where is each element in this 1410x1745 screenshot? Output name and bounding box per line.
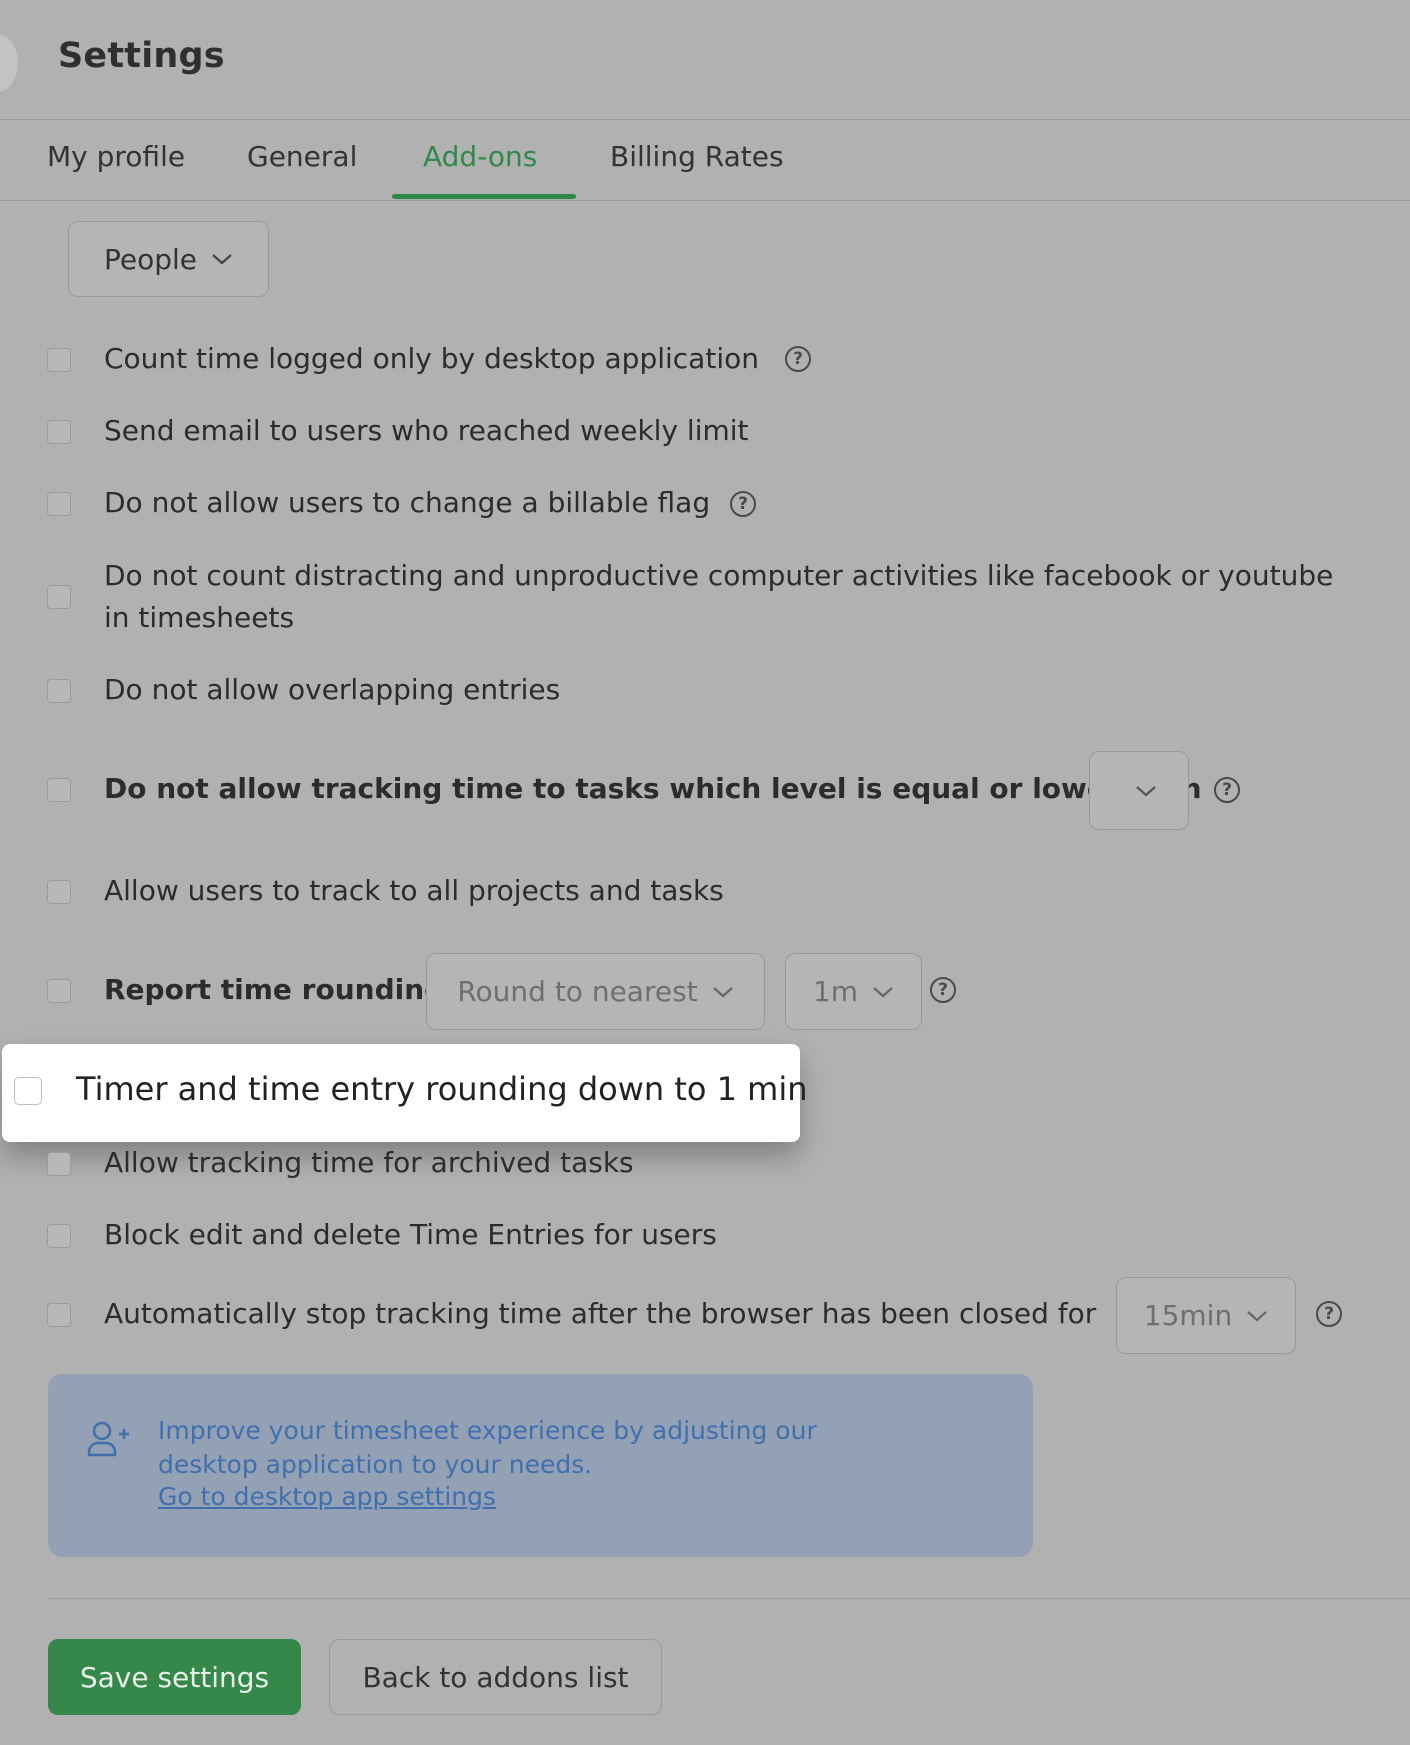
option-label: Timer and time entry rounding down to 1 … [76,1070,808,1108]
highlighted-option-rounding-down: Timer and time entry rounding down to 1 … [2,1044,808,1142]
info-message: Improve your timesheet experience by adj… [158,1416,817,1479]
tab-bar: My profile General Add-ons Billing Rates [0,120,1410,201]
option-label: Automatically stop tracking time after t… [104,1297,1097,1330]
option-label: Do not allow users to change a billable … [104,486,711,519]
option-label: Allow users to track to all projects and… [104,874,724,907]
add-user-icon [87,1421,129,1457]
option-label: Do not allow tracking time to tasks whic… [104,772,1202,805]
help-icon[interactable]: ? [730,491,756,517]
task-level-select[interactable] [1089,751,1189,830]
tab-my-profile[interactable]: My profile [47,140,185,173]
chevron-down-icon [712,986,733,997]
save-settings-button[interactable]: Save settings [48,1639,301,1715]
back-to-addons-button[interactable]: Back to addons list [329,1639,662,1715]
option-label: Report time rounding [104,973,445,1006]
checkbox-count-desktop-only[interactable] [47,348,71,372]
people-filter-select[interactable]: People [68,221,269,297]
option-label: Do not count distracting and unproductiv… [104,559,1334,634]
checkbox-block-edit-delete[interactable] [47,1224,71,1248]
checkbox-track-all-projects[interactable] [47,880,71,904]
option-label: Do not allow overlapping entries [104,673,561,706]
option-label: Block edit and delete Time Entries for u… [104,1218,717,1251]
checkbox-billable-flag[interactable] [47,492,71,516]
page-title: Settings [58,36,225,76]
chevron-down-icon [1247,1310,1267,1321]
rounding-mode-select[interactable]: Round to nearest [426,953,765,1030]
chevron-down-icon [873,986,893,997]
active-tab-indicator [392,194,576,199]
checkbox-task-level-limit[interactable] [47,778,71,802]
checkbox-archived-tasks[interactable] [47,1152,71,1176]
help-icon[interactable]: ? [785,346,811,372]
option-label: Count time logged only by desktop applic… [104,342,759,375]
desktop-app-info-box: Improve your timesheet experience by adj… [48,1374,1033,1557]
footer-divider [48,1598,1410,1599]
help-icon[interactable]: ? [930,977,956,1003]
desktop-app-settings-link[interactable]: Go to desktop app settings [158,1482,496,1511]
checkbox-report-time-rounding[interactable] [47,979,71,1003]
tab-add-ons[interactable]: Add-ons [423,140,537,173]
checkbox-distracting-activities[interactable] [47,585,71,609]
auto-stop-duration-value: 15min [1143,1299,1233,1332]
checkbox-rounding-down[interactable] [14,1077,42,1105]
tab-billing-rates[interactable]: Billing Rates [610,140,784,173]
checkbox-overlapping-entries[interactable] [47,679,71,703]
chevron-down-icon [212,254,232,265]
tab-general[interactable]: General [247,140,357,173]
chevron-down-icon [1136,785,1156,796]
rounding-interval-value: 1m [812,975,859,1008]
people-filter-value: People [103,242,198,276]
option-label: Allow tracking time for archived tasks [104,1146,634,1179]
rounding-mode-value: Round to nearest [457,975,698,1008]
rounding-interval-select[interactable]: 1m [785,953,922,1030]
help-icon[interactable]: ? [1316,1301,1342,1327]
auto-stop-duration-select[interactable]: 15min [1116,1277,1296,1354]
help-icon[interactable]: ? [1214,777,1240,803]
checkbox-weekly-limit-email[interactable] [47,420,71,444]
option-label: Send email to users who reached weekly l… [104,414,749,447]
checkbox-auto-stop-tracking[interactable] [47,1303,71,1327]
